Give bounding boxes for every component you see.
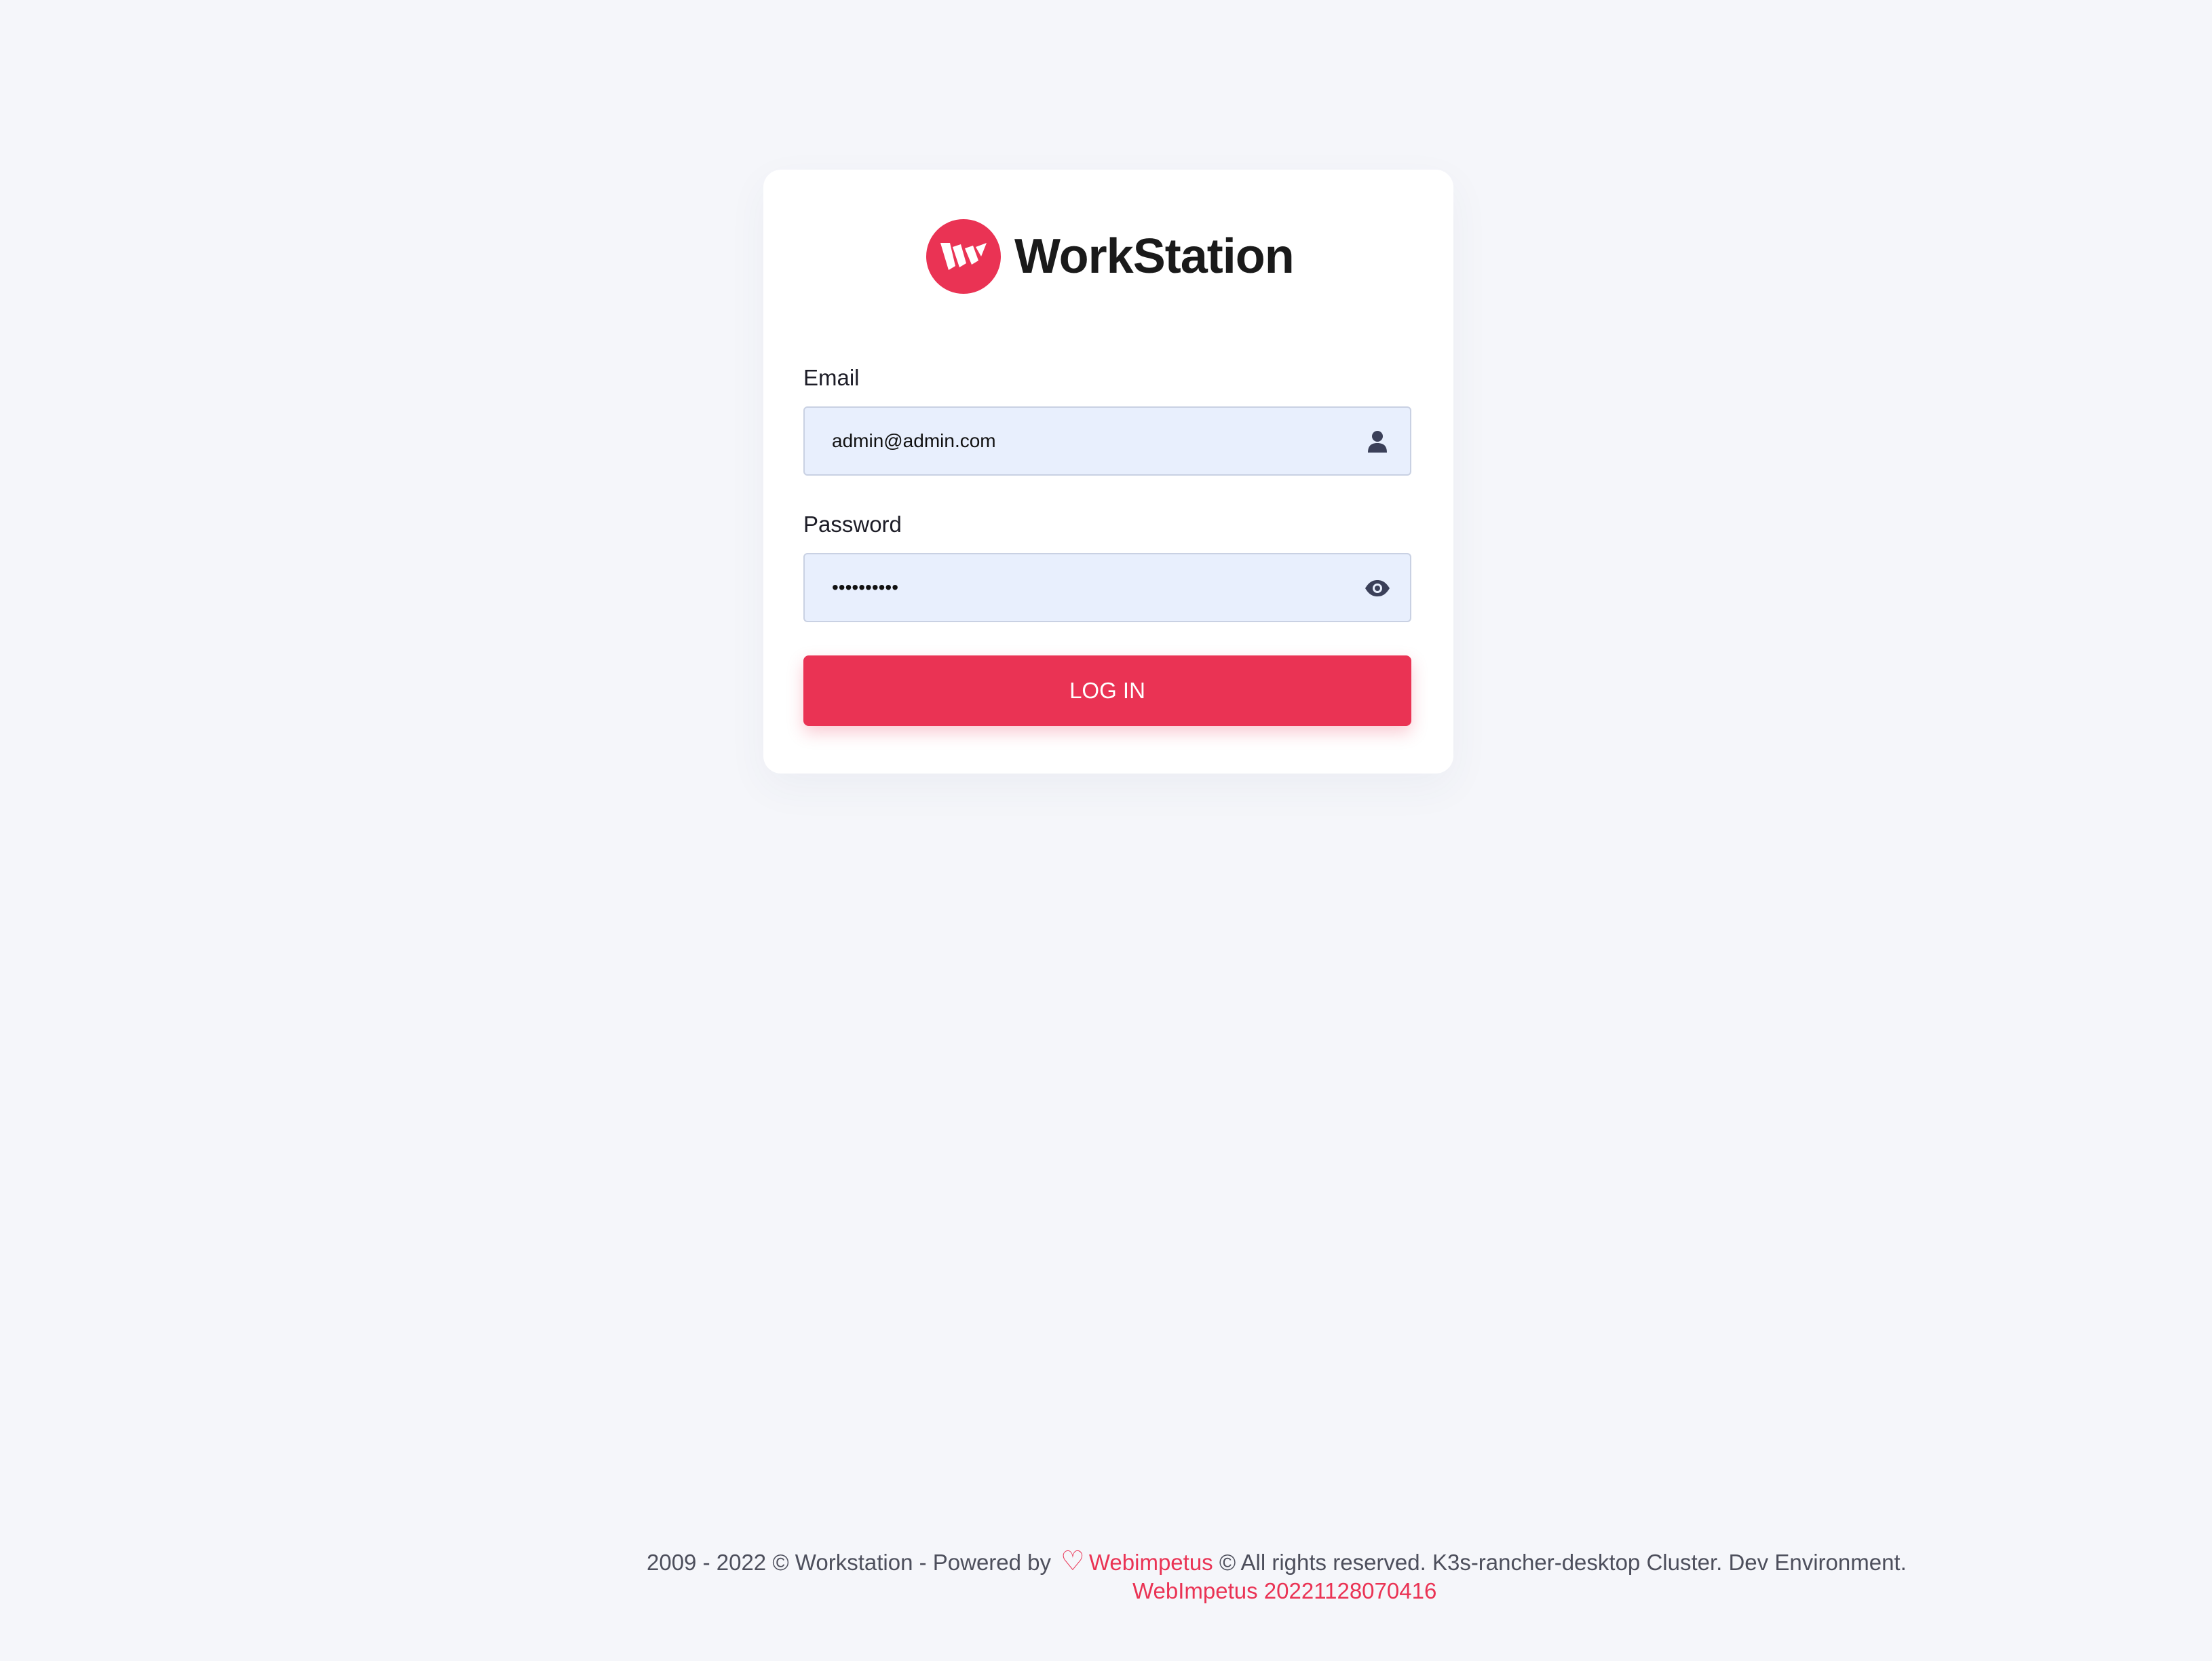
brand-name: WorkStation bbox=[1014, 229, 1295, 284]
eye-icon[interactable] bbox=[1362, 573, 1392, 603]
company-link[interactable]: Webimpetus bbox=[1089, 1550, 1213, 1575]
login-button[interactable]: LOG IN bbox=[803, 655, 1411, 726]
login-card: WorkStation Email Password bbox=[763, 170, 1453, 774]
password-field-wrapper bbox=[803, 553, 1411, 622]
footer-line: 2009 - 2022 © Workstation - Powered by ♡ W… bbox=[647, 1546, 1907, 1577]
version-text: WebImpetus 20221128070416 bbox=[1132, 1578, 1437, 1603]
email-label: Email bbox=[803, 365, 860, 390]
password-label: Password bbox=[803, 512, 902, 537]
email-field-wrapper bbox=[803, 406, 1411, 476]
heart-icon: ♡ bbox=[1061, 1546, 1085, 1576]
login-page: WorkStation Email Password bbox=[0, 0, 2212, 1661]
copyright-text: 2009 - 2022 © Workstation - Powered by bbox=[647, 1550, 1052, 1575]
password-field[interactable] bbox=[832, 554, 1348, 621]
rights-text: © All rights reserved. K3s-rancher-deskt… bbox=[1219, 1550, 1907, 1575]
workstation-logo-icon bbox=[926, 219, 1001, 294]
email-field[interactable] bbox=[832, 408, 1348, 474]
user-icon bbox=[1362, 427, 1392, 457]
brand-logo: WorkStation bbox=[926, 219, 1295, 294]
